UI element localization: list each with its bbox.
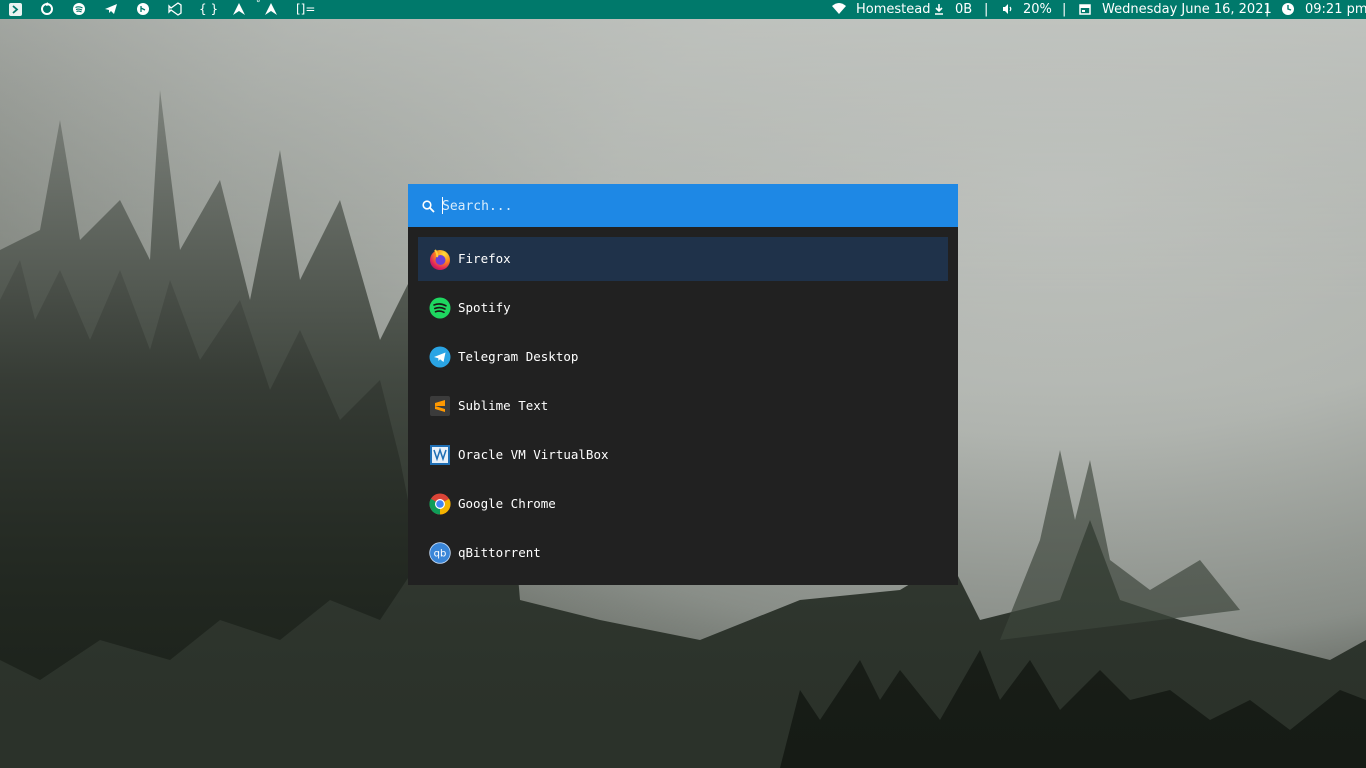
app-label: qBittorrent [458,545,541,560]
clock-icon [1282,3,1294,15]
telegram-icon [429,346,451,368]
wifi-icon [832,3,846,14]
text-cursor [442,197,443,214]
app-label: Telegram Desktop [458,349,579,364]
app-label: Sublime Text [458,398,549,413]
date-display: Wednesday June 16, 2021 [1102,2,1272,17]
search-bar [408,184,958,227]
list-item-virtualbox[interactable]: Oracle VM VirtualBox [418,433,948,477]
app-label: Firefox [458,251,511,266]
svg-text:qb: qb [434,549,447,560]
terminal-icon[interactable] [9,3,22,16]
volume-level[interactable]: 20% [1023,0,1052,19]
search-icon [422,200,435,213]
app-launcher: Firefox Spotify Telegram Desktop Sublime… [408,184,958,585]
arch-alt-icon[interactable] [264,2,278,16]
spotify-icon [429,297,451,319]
calendar-icon [1079,4,1091,15]
list-item-spotify[interactable]: Spotify [418,286,948,330]
list-item-google-chrome[interactable]: Google Chrome [418,482,948,526]
virtualbox-icon [430,445,450,465]
list-item-sublime-text[interactable]: Sublime Text [418,384,948,428]
separator: | [1265,2,1270,17]
download-speed: 0B [955,2,973,17]
download-icon [935,4,943,15]
app-label: Google Chrome [458,496,556,511]
list-item-qbittorrent[interactable]: qb qBittorrent [418,531,948,575]
vscode-icon[interactable] [168,2,182,16]
superscript-indicator: ° [256,0,261,9]
chrome-icon [429,493,451,515]
braces-icon[interactable]: { } [199,0,218,19]
search-input[interactable] [442,196,922,216]
app-label: Oracle VM VirtualBox [458,447,609,462]
firefox-icon [430,249,450,270]
top-bar: { } ° []= Homestead 0B | 20% | Wednesday… [0,0,1366,19]
wifi-name: Homestead [856,2,931,17]
arch-icon[interactable] [232,2,246,16]
qbittorrent-icon: qb [429,542,451,564]
list-item-firefox[interactable]: Firefox [418,237,948,281]
list-item-telegram[interactable]: Telegram Desktop [418,335,948,379]
separator: | [1062,2,1067,17]
layout-icon[interactable]: []= [296,0,315,19]
app-list: Firefox Spotify Telegram Desktop Sublime… [418,237,948,580]
separator: | [984,2,989,17]
git-icon[interactable] [136,2,150,16]
telegram-icon[interactable] [104,2,118,16]
update-icon[interactable] [40,2,54,16]
app-label: Spotify [458,300,511,315]
sublime-icon [430,396,450,416]
volume-icon[interactable] [1000,2,1014,16]
spotify-icon[interactable] [72,2,86,16]
time-display: 09:21 pm [1305,2,1366,17]
